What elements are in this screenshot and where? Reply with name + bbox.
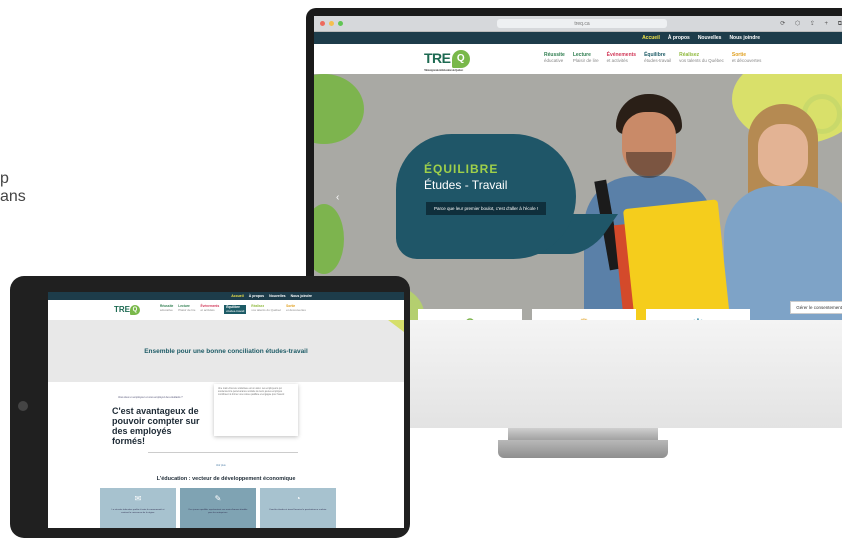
- menu-evenements[interactable]: Événements et activités: [606, 53, 636, 64]
- logo-bubble-icon: Q: [451, 50, 470, 69]
- nav-a-propos[interactable]: À propos: [249, 294, 264, 298]
- tablet-top-navigation: Accueil À propos Nouvelles Nous joindre: [48, 292, 404, 300]
- menu-reussite[interactable]: Réussite éducative: [160, 304, 173, 314]
- monitor-base: [498, 440, 668, 458]
- nav-nous-joindre[interactable]: Nous joindre: [291, 294, 312, 298]
- employer-heading: C'est avantageux de pouvoir compter sur …: [112, 406, 200, 446]
- section-title: L'éducation : vecteur de développement é…: [156, 476, 296, 482]
- browser-actions-icons[interactable]: ⟳ ⬡ ⇪ + ⧉: [780, 20, 842, 28]
- cropped-side-text: p ans: [0, 170, 26, 206]
- clock-icon: ◔: [295, 494, 301, 503]
- desktop-screen: treq.ca ⟳ ⬡ ⇪ + ⧉ Accueil À propos Nouve…: [314, 16, 842, 320]
- pencil-icon: ✎: [214, 494, 222, 503]
- menu-sortie[interactable]: Sortie et découvertes: [286, 304, 306, 314]
- feature-card[interactable]: ⚲: [418, 309, 522, 320]
- card-text: Des jeunes qualifiés représentent une ma…: [188, 509, 248, 514]
- hero-subtitle: Études - Travail: [424, 178, 508, 192]
- decorative-corner: [388, 320, 404, 332]
- logo-subtitle: Table régionale de l'éducation de Québec: [424, 67, 463, 72]
- main-navigation: TRE Q Table régionale de l'éducation de Q…: [314, 44, 842, 74]
- card-text: La réussite éducative profite à toute la…: [111, 509, 165, 514]
- info-card[interactable]: ✉ La réussite éducative profite à toute …: [100, 488, 176, 528]
- site-logo[interactable]: TRE Q Table régionale de l'éducation de Q…: [424, 49, 470, 72]
- menu-sub: vos talents du Québec: [251, 307, 282, 312]
- menu-sub: vos talents du Québec: [679, 58, 724, 63]
- menu-reussite[interactable]: Réussite éducative: [544, 53, 565, 64]
- nav-nous-joindre[interactable]: Nous joindre: [729, 35, 760, 41]
- nav-accueil[interactable]: Accueil: [231, 294, 243, 298]
- side-text-line-2: ans: [0, 188, 26, 205]
- page-title-band: Ensemble pour une bonne conciliation étu…: [48, 320, 404, 382]
- menu-sub: études-travail: [226, 308, 245, 313]
- logo-text: TRE: [424, 49, 451, 66]
- menu-sortie[interactable]: Sortie et découvertes: [731, 53, 762, 64]
- hero-cta-button[interactable]: Parce que leur premier boulot, c'est d'a…: [426, 202, 547, 215]
- menu-sub: études-travail: [644, 58, 672, 63]
- close-window-icon[interactable]: [320, 21, 325, 26]
- info-card[interactable]: ✎ Des jeunes qualifiés représentent une …: [180, 488, 256, 528]
- nav-a-propos[interactable]: À propos: [668, 35, 690, 41]
- menu-evenements[interactable]: Événements et activités: [200, 304, 219, 314]
- mockup-stage: p ans treq.ca ⟳ ⬡ ⇪ + ⧉ Accueil À propos…: [0, 0, 842, 540]
- nav-nouvelles[interactable]: Nouvelles: [269, 294, 286, 298]
- minimize-window-icon[interactable]: [329, 21, 334, 26]
- tablet-screen: Accueil À propos Nouvelles Nous joindre …: [48, 292, 404, 528]
- tablet-device: Accueil À propos Nouvelles Nous joindre …: [10, 276, 410, 538]
- menu-sub: et activités: [606, 58, 628, 63]
- menu-sub: et découvertes: [286, 307, 306, 312]
- employer-small-heading: Vous êtes un employeur et vous employez …: [118, 396, 183, 399]
- info-cards: ✉ La réussite éducative profite à toute …: [100, 488, 336, 528]
- logo-text: TRE: [114, 305, 130, 315]
- side-text-line-1: p: [0, 170, 9, 187]
- maximize-window-icon[interactable]: [338, 21, 343, 26]
- menu-sub: Plaisir de lire: [178, 307, 196, 312]
- decorative-shape: [314, 74, 364, 144]
- folder-image: [622, 199, 731, 320]
- menu-sub: éducative: [544, 58, 564, 63]
- section-menu: Réussite éducative Lecture Plaisir de lire…: [544, 53, 762, 64]
- menu-sub: Plaisir de lire: [572, 58, 599, 63]
- feature-cards: ⚲ ✺ ❋: [418, 309, 750, 320]
- logo-bubble-icon: Q: [130, 305, 140, 315]
- decorative-shape: [314, 204, 344, 274]
- menu-lecture[interactable]: Lecture Plaisir de lire: [178, 304, 196, 314]
- nav-accueil[interactable]: Accueil: [642, 35, 660, 41]
- menu-sub: et activités: [200, 307, 215, 312]
- feature-card[interactable]: ✺: [532, 309, 636, 320]
- nav-nouvelles[interactable]: Nouvelles: [698, 35, 722, 41]
- browser-toolbar: treq.ca ⟳ ⬡ ⇪ + ⧉: [314, 16, 842, 32]
- tablet-camera: [18, 401, 28, 411]
- top-navigation: Accueil À propos Nouvelles Nous joindre: [314, 32, 842, 44]
- info-card[interactable]: ◔ Concilier études et travail favorise l…: [260, 488, 336, 528]
- address-bar[interactable]: treq.ca: [497, 19, 667, 28]
- page-title: Ensemble pour une bonne conciliation étu…: [144, 347, 308, 355]
- student-female-photo: [714, 104, 842, 320]
- menu-equilibre[interactable]: Équilibre études-travail: [224, 305, 247, 314]
- menu-realisez[interactable]: Réalisez vos talents du Québec: [251, 304, 282, 314]
- menu-realisez[interactable]: Réalisez vos talents du Québec: [679, 53, 724, 64]
- info-box: Une main-d'œuvre scolarisée est un atout…: [214, 384, 298, 436]
- envelope-icon: ✉: [134, 494, 142, 503]
- site-logo[interactable]: TRE Q: [114, 305, 140, 315]
- slider-prev-icon[interactable]: ‹: [336, 192, 339, 203]
- card-text: Concilier études et travail favorise la …: [269, 509, 327, 511]
- menu-sub: et découvertes: [731, 58, 762, 63]
- feature-card[interactable]: ❋: [646, 309, 750, 320]
- tablet-main-navigation: TRE Q Réussite éducative Lecture Plaisir de…: [48, 300, 404, 320]
- divider: [148, 452, 298, 453]
- consent-button[interactable]: Gérer le consentement: [790, 301, 842, 314]
- menu-equilibre[interactable]: Équilibre études-travail: [644, 53, 672, 64]
- menu-sub: éducative: [160, 307, 173, 312]
- see-more-link[interactable]: Voir plus: [216, 464, 226, 467]
- speech-bubble: [396, 134, 576, 259]
- section-menu: Réussite éducative Lecture Plaisir de lire…: [160, 304, 306, 314]
- menu-lecture[interactable]: Lecture Plaisir de lire: [572, 53, 599, 64]
- hero-title: ÉQUILIBRE: [424, 162, 499, 176]
